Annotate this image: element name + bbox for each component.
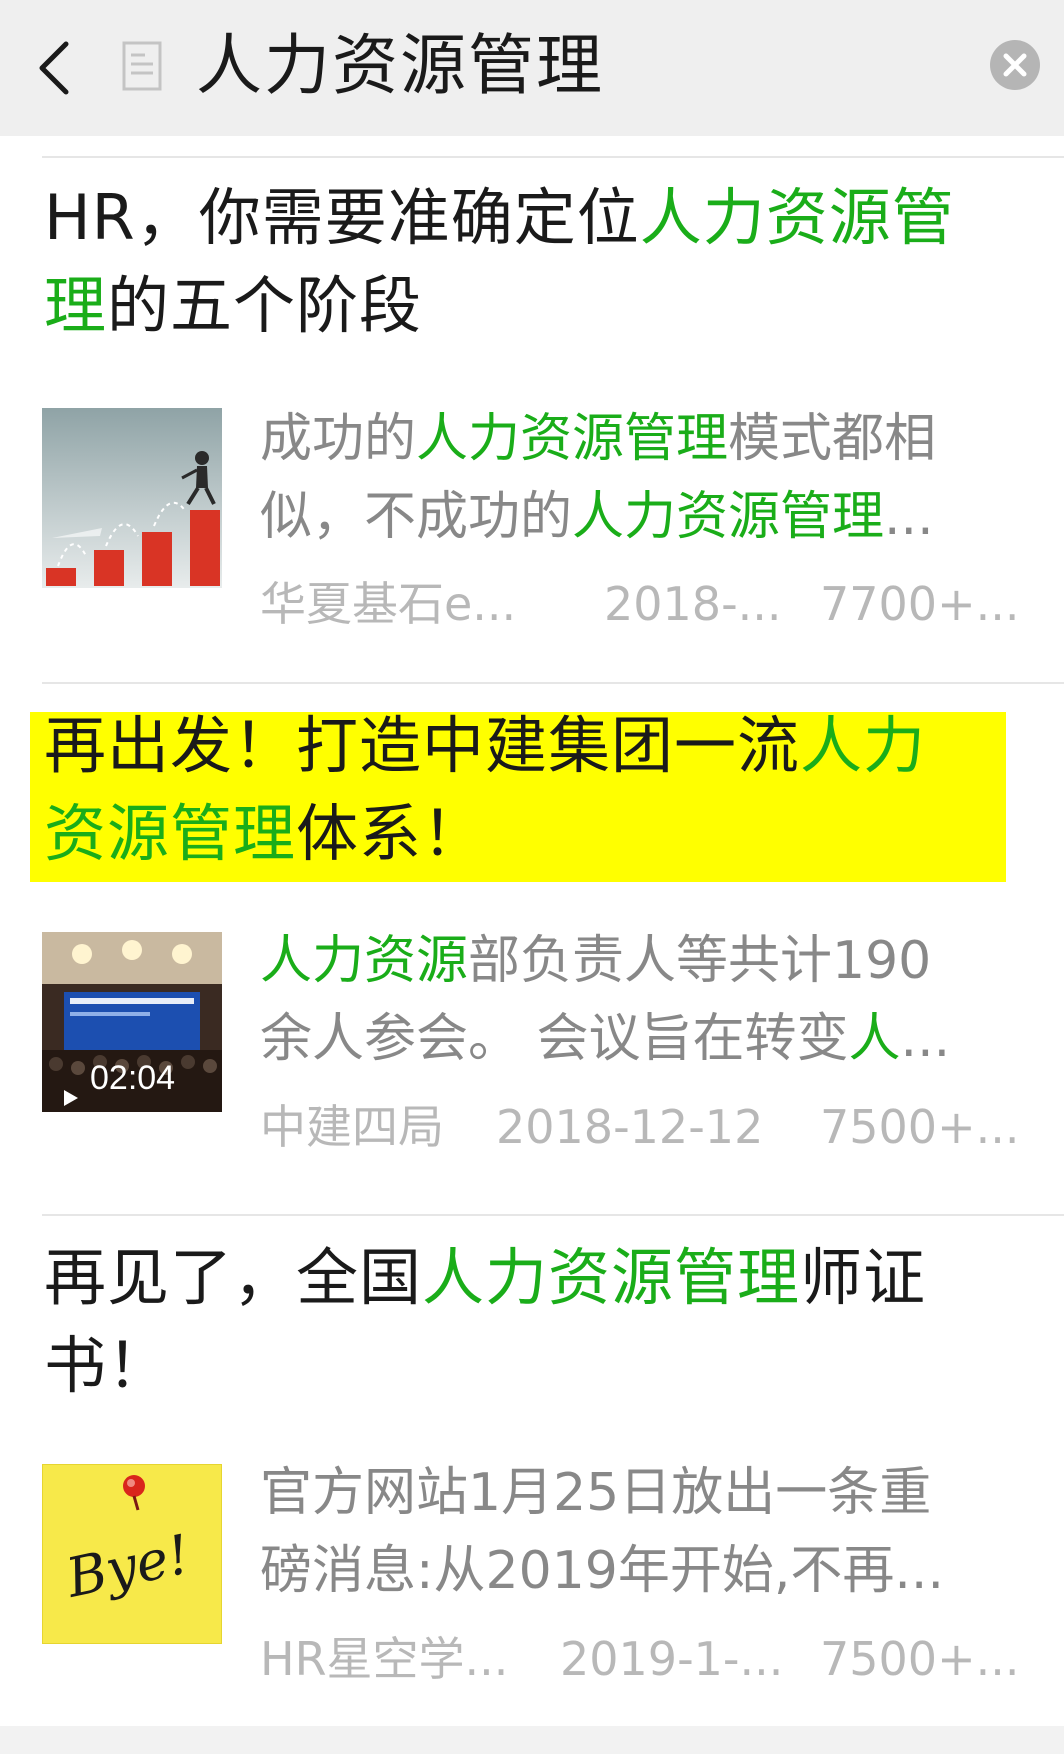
article-title[interactable]: HR，你需要准确定位人力资源管 理的五个阶段 [44, 174, 1004, 350]
divider [42, 156, 1064, 158]
video-thumbnail[interactable]: 02:04 [42, 932, 222, 1112]
title-keyword: 人力 [800, 709, 927, 782]
article-snippet: 人力资源部负责人等共计190 余人参会。 会议旨在转变人... [260, 931, 951, 1069]
title-text: 师证 [800, 1241, 927, 1314]
chevron-left-icon [39, 41, 69, 95]
title-keyword: 理 [44, 269, 108, 342]
article-meta: 中建四局 2018-12-12 7500+... [260, 1092, 1020, 1162]
article-date: 2018-... [604, 577, 782, 631]
article-source: 中建四局 [260, 1100, 444, 1154]
top-bar: 人力资源管理 [0, 0, 1064, 136]
video-duration: 02:04 [90, 1059, 176, 1097]
article-source: HR星空学... [260, 1632, 509, 1686]
page-title: 人力资源管理 [196, 27, 604, 104]
article-title[interactable]: 再见了，全国人力资源管理师证 书！ [44, 1234, 1004, 1410]
search-results-list: HR，你需要准确定位人力资源管 理的五个阶段 成功的人力资源管理模式都相 似，不… [0, 136, 1064, 1754]
article-reads: 7500+... [820, 1100, 1020, 1154]
growth-chart-icon [42, 408, 222, 588]
article-title[interactable]: 再出发！打造中建集团一流人力 资源管理体系！ [44, 702, 1004, 878]
bottom-strip [0, 1726, 1064, 1754]
article-date: 2019-1-... [560, 1632, 784, 1686]
close-icon [1003, 53, 1027, 77]
title-keyword: 人力资源管理 [422, 1241, 801, 1314]
divider [42, 1214, 1064, 1216]
document-icon [120, 40, 166, 92]
sticky-note-bye-icon: Bye! [42, 1464, 222, 1644]
title-text: 再出发！打造中建集团一流 [44, 709, 801, 782]
article-date: 2018-12-12 [496, 1100, 764, 1154]
title-keyword: 资源管理 [44, 797, 297, 870]
title-text: 书！ [44, 1329, 171, 1402]
article-thumbnail[interactable]: Bye! [42, 1464, 222, 1644]
article-reads: 7700+... [820, 577, 1020, 631]
title-text: 体系！ [296, 797, 486, 870]
divider [42, 682, 1064, 684]
close-button[interactable] [990, 40, 1040, 90]
article-thumbnail[interactable] [42, 408, 222, 588]
back-button[interactable] [30, 30, 100, 106]
article-meta: HR星空学... 2019-1-... 7500+... [260, 1624, 1020, 1694]
title-keyword: 人力资源管 [639, 181, 955, 254]
article-source: 华夏基石e... [260, 577, 517, 631]
title-text: 再见了，全国 [44, 1241, 423, 1314]
article-snippet: 官方网站1月25日放出一条重 磅消息:从2019年开始,不再... [260, 1463, 944, 1601]
article-reads: 7500+... [820, 1632, 1020, 1686]
article-meta: 华夏基石e... 2018-... 7700+... [260, 569, 1020, 639]
title-text: 的五个阶段 [107, 269, 423, 342]
title-text: HR，你需要准确定位 [44, 181, 640, 254]
article-snippet: 成功的人力资源管理模式都相 似，不成功的人力资源管理... [260, 409, 937, 547]
